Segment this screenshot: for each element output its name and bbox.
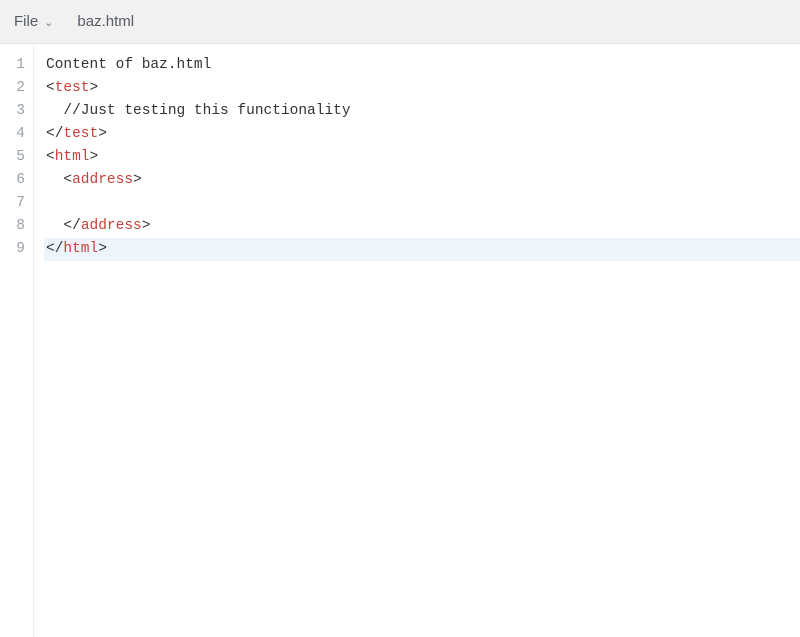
chevron-down-icon: ⌄ — [44, 16, 53, 29]
code-editor[interactable]: 123456789 Content of baz.html<test> //Ju… — [0, 44, 800, 637]
code-token-punct: > — [142, 218, 151, 234]
code-token-text: //Just testing this functionality — [63, 103, 350, 119]
code-token-punct: > — [90, 149, 99, 165]
line-number: 6 — [0, 169, 25, 192]
line-number-gutter: 123456789 — [0, 44, 34, 637]
code-token-tag: address — [72, 172, 133, 188]
code-token-punct: > — [133, 172, 142, 188]
line-number: 9 — [0, 238, 25, 261]
code-token-punct: < — [46, 149, 55, 165]
line-number: 5 — [0, 146, 25, 169]
code-token-punct: </ — [46, 126, 63, 142]
code-line[interactable]: //Just testing this functionality — [44, 100, 800, 123]
code-area[interactable]: Content of baz.html<test> //Just testing… — [34, 44, 800, 637]
line-number: 4 — [0, 123, 25, 146]
code-line[interactable]: Content of baz.html — [44, 54, 800, 77]
code-token-tag: test — [55, 80, 90, 96]
line-number: 8 — [0, 215, 25, 238]
code-line[interactable]: <address> — [44, 169, 800, 192]
file-menu-label: File — [14, 13, 38, 30]
line-number: 1 — [0, 54, 25, 77]
code-token-punct: < — [46, 80, 55, 96]
filename-label: baz.html — [77, 13, 134, 30]
code-line[interactable]: </html> — [44, 238, 800, 261]
code-token-punct: > — [98, 126, 107, 142]
code-line[interactable]: </test> — [44, 123, 800, 146]
line-number: 3 — [0, 100, 25, 123]
code-line[interactable]: <test> — [44, 77, 800, 100]
line-number: 7 — [0, 192, 25, 215]
toolbar: File ⌄ baz.html — [0, 0, 800, 44]
code-token-tag: html — [55, 149, 90, 165]
file-menu[interactable]: File ⌄ — [14, 13, 53, 30]
code-token-punct: > — [90, 80, 99, 96]
code-token-text: Content of baz.html — [46, 57, 211, 73]
code-line[interactable]: <html> — [44, 146, 800, 169]
code-token-punct: < — [63, 172, 72, 188]
code-line[interactable] — [44, 192, 800, 215]
code-token-punct: > — [98, 241, 107, 257]
code-token-tag: test — [63, 126, 98, 142]
code-token-tag: html — [63, 241, 98, 257]
code-token-punct: </ — [63, 218, 80, 234]
line-number: 2 — [0, 77, 25, 100]
code-line[interactable]: </address> — [44, 215, 800, 238]
code-token-tag: address — [81, 218, 142, 234]
code-token-punct: </ — [46, 241, 63, 257]
